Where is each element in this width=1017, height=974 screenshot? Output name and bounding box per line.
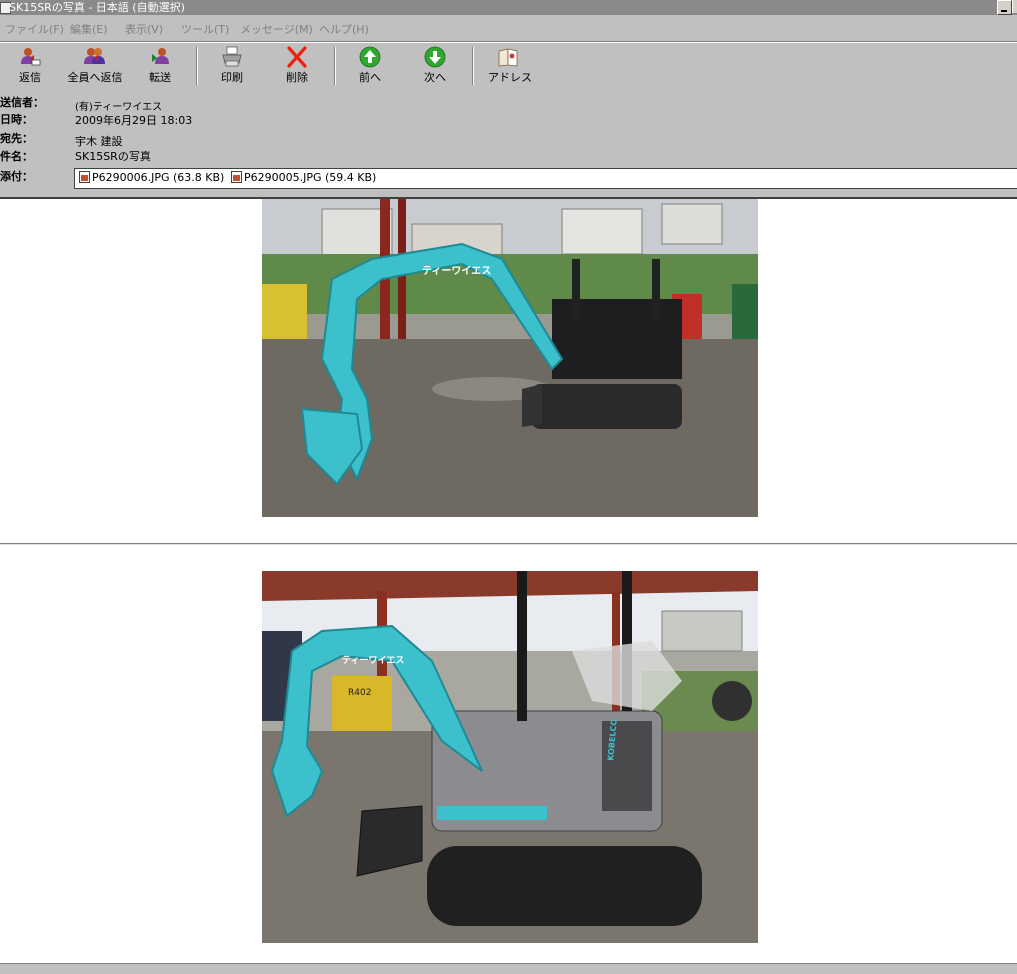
next-button[interactable]: 次へ [417, 46, 453, 85]
minimize-button[interactable] [997, 0, 1012, 15]
excavator-photo-1: ティーワイエス [262, 199, 758, 517]
menu-edit[interactable]: 編集(E) [70, 21, 108, 37]
addresses-button[interactable]: アドレス [488, 46, 532, 85]
photo1-sign-text: ティーワイエス [422, 265, 491, 277]
arrow-down-icon [424, 46, 446, 68]
attachment-item[interactable]: P6290006.JPG (63.8 KB) [79, 171, 224, 184]
addresses-label: アドレス [488, 71, 532, 84]
reply-button[interactable]: 返信 [12, 46, 48, 85]
previous-label: 前へ [359, 71, 381, 84]
delete-x-icon [287, 46, 307, 68]
excavator-photo-2: R402 KOBELCO ティーワイエス [262, 571, 758, 943]
attachment-item[interactable]: P6290005.JPG (59.4 KB) [231, 171, 376, 184]
menu-view[interactable]: 表示(V) [125, 21, 163, 37]
menu-help[interactable]: ヘルプ(H) [319, 21, 369, 37]
attachment-name: P6290005.JPG (59.4 KB) [244, 171, 377, 184]
print-label: 印刷 [221, 71, 243, 84]
to-value: 宇木 建設 [75, 135, 123, 148]
photo2-sign-text: ティーワイエス [342, 655, 404, 666]
from-value: (有)ティーワイエス [75, 102, 163, 113]
separator-line [0, 543, 1017, 545]
forward-label: 転送 [149, 71, 171, 84]
subject-label: 件名： [0, 150, 33, 163]
window-title: SK15SRの写真 - 日本語 (自動選択) [9, 1, 185, 14]
delete-label: 削除 [286, 71, 308, 84]
attach-label: 添付： [0, 170, 33, 183]
menu-file[interactable]: ファイル(F) [5, 21, 64, 37]
excavator-photo-1-image: ティーワイエス [262, 199, 758, 517]
menu-message[interactable]: メッセージ(M) [240, 21, 313, 37]
print-button[interactable]: 印刷 [214, 46, 250, 85]
toolbar: 返信 全員へ返信 転送 印刷 削除 前へ 次へ アドレス [0, 42, 1017, 90]
toolbar-separator [334, 47, 336, 85]
subject-value: SK15SRの写真 [75, 150, 151, 163]
date-value: 2009年6月29日 18:03 [75, 114, 193, 127]
menu-bar: ファイル(F) 編集(E) 表示(V) ツール(T) メッセージ(M) ヘルプ(… [0, 15, 1017, 42]
reply-all-label: 全員へ返信 [67, 71, 123, 84]
excavator-photo-2-image: R402 KOBELCO ティーワイエス [262, 571, 758, 943]
next-label: 次へ [424, 71, 446, 84]
message-header: 送信者： (有)ティーワイエス 日時： 2009年6月29日 18:03 宛先：… [0, 89, 1017, 199]
image-file-icon [231, 171, 242, 183]
reply-all-button[interactable]: 全員へ返信 [64, 46, 126, 85]
previous-button[interactable]: 前へ [352, 46, 388, 85]
delete-button[interactable]: 削除 [279, 46, 315, 85]
from-label: 送信者： [0, 96, 44, 109]
attachment-name: P6290006.JPG (63.8 KB) [92, 171, 225, 184]
image-file-icon [79, 171, 90, 183]
toolbar-separator [472, 47, 474, 85]
date-label: 日時： [0, 113, 33, 126]
reply-all-icon [84, 48, 105, 64]
attachments-box: P6290006.JPG (63.8 KB) P6290005.JPG (59.… [74, 168, 1017, 189]
arrow-up-icon [359, 46, 381, 68]
menu-tools[interactable]: ツール(T) [181, 21, 229, 37]
toolbar-separator [196, 47, 198, 85]
photo2-plate-text: R402 [348, 688, 371, 698]
reply-label: 返信 [19, 71, 41, 84]
title-bar: SK15SRの写真 - 日本語 (自動選択) [0, 0, 1017, 15]
to-label: 宛先： [0, 132, 33, 145]
printer-icon [222, 46, 242, 67]
address-book-icon [498, 48, 518, 67]
forward-icon [152, 48, 169, 64]
forward-button[interactable]: 転送 [142, 46, 178, 85]
maximize-button[interactable] [1012, 0, 1017, 13]
status-bar [0, 963, 1017, 974]
reply-icon [21, 48, 41, 66]
